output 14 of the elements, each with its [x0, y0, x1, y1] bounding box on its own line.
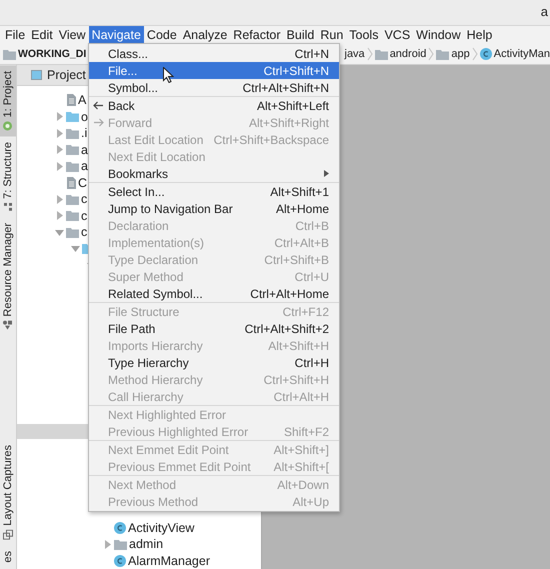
tree-item-label: .i — [81, 126, 88, 140]
tree-item-label: o — [81, 110, 88, 124]
tree-item-label: c — [81, 225, 88, 240]
tree-item-label: a — [81, 159, 88, 174]
tree-item-label: ActivityView — [128, 520, 194, 535]
tree-item-label: C — [78, 176, 88, 190]
tree-item-label: c — [81, 208, 88, 223]
tree-item-label: A — [78, 93, 86, 108]
tree-item-label: AlarmManager — [128, 554, 210, 568]
tree-item-label: admin — [129, 537, 164, 552]
window-title: a — [540, 4, 548, 19]
tree-item-label: a — [81, 142, 88, 157]
tree-item-label: c — [81, 192, 88, 206]
panel-title: Project — [47, 68, 86, 82]
